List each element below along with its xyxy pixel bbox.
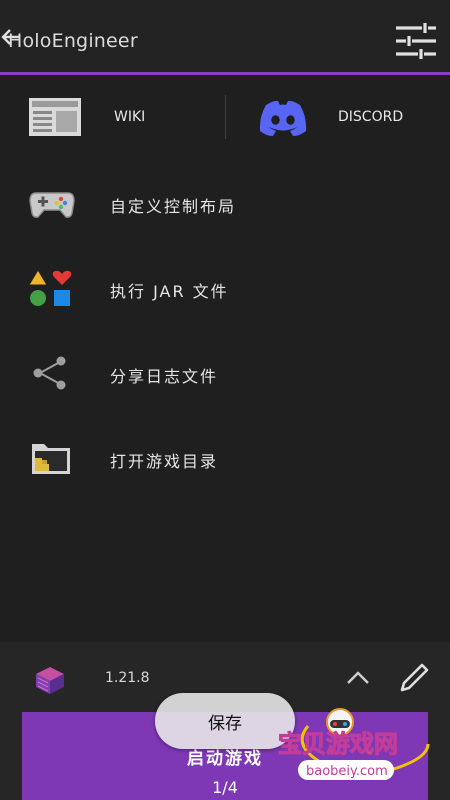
- menu-item-label: 打开游戏目录: [110, 452, 219, 471]
- menu-item-run-jar[interactable]: 执行 JAR 文件: [0, 253, 450, 323]
- links-divider: [225, 95, 226, 139]
- discord-icon[interactable]: [258, 99, 308, 137]
- menu-item-label: 分享日志文件: [110, 367, 219, 386]
- newspaper-icon[interactable]: [28, 97, 82, 137]
- save-toast: 保存: [155, 693, 295, 749]
- top-app-bar: HoloEngineer: [0, 0, 450, 72]
- menu-item-custom-controls[interactable]: 自定义控制布局: [0, 168, 450, 238]
- wiki-link[interactable]: WIKI: [114, 109, 145, 125]
- pencil-icon[interactable]: [396, 660, 432, 696]
- menu-item-share-logs[interactable]: 分享日志文件: [0, 338, 450, 408]
- menu-item-open-game-dir[interactable]: 打开游戏目录: [0, 423, 450, 493]
- share-icon: [33, 356, 66, 390]
- shapes-icon: [28, 269, 72, 306]
- sliders-icon[interactable]: [394, 22, 438, 60]
- menu-item-label: 执行 JAR 文件: [110, 282, 229, 301]
- chevron-up-icon[interactable]: [344, 666, 372, 690]
- watermark-url: baobeiy.com: [306, 764, 388, 779]
- watermark-title: 宝贝游戏网: [278, 730, 398, 758]
- watermark-logo: 宝贝游戏网 baobeiy.com: [278, 708, 430, 780]
- gamepad-icon: [29, 192, 75, 218]
- links-row: WIKI DISCORD: [0, 75, 450, 161]
- discord-link[interactable]: DISCORD: [338, 109, 403, 125]
- app-title: HoloEngineer: [8, 30, 138, 52]
- menu-item-label: 自定义控制布局: [110, 197, 237, 216]
- folder-icon: [32, 444, 70, 474]
- version-block-icon: [36, 667, 64, 694]
- version-label: 1.21.8: [105, 670, 150, 686]
